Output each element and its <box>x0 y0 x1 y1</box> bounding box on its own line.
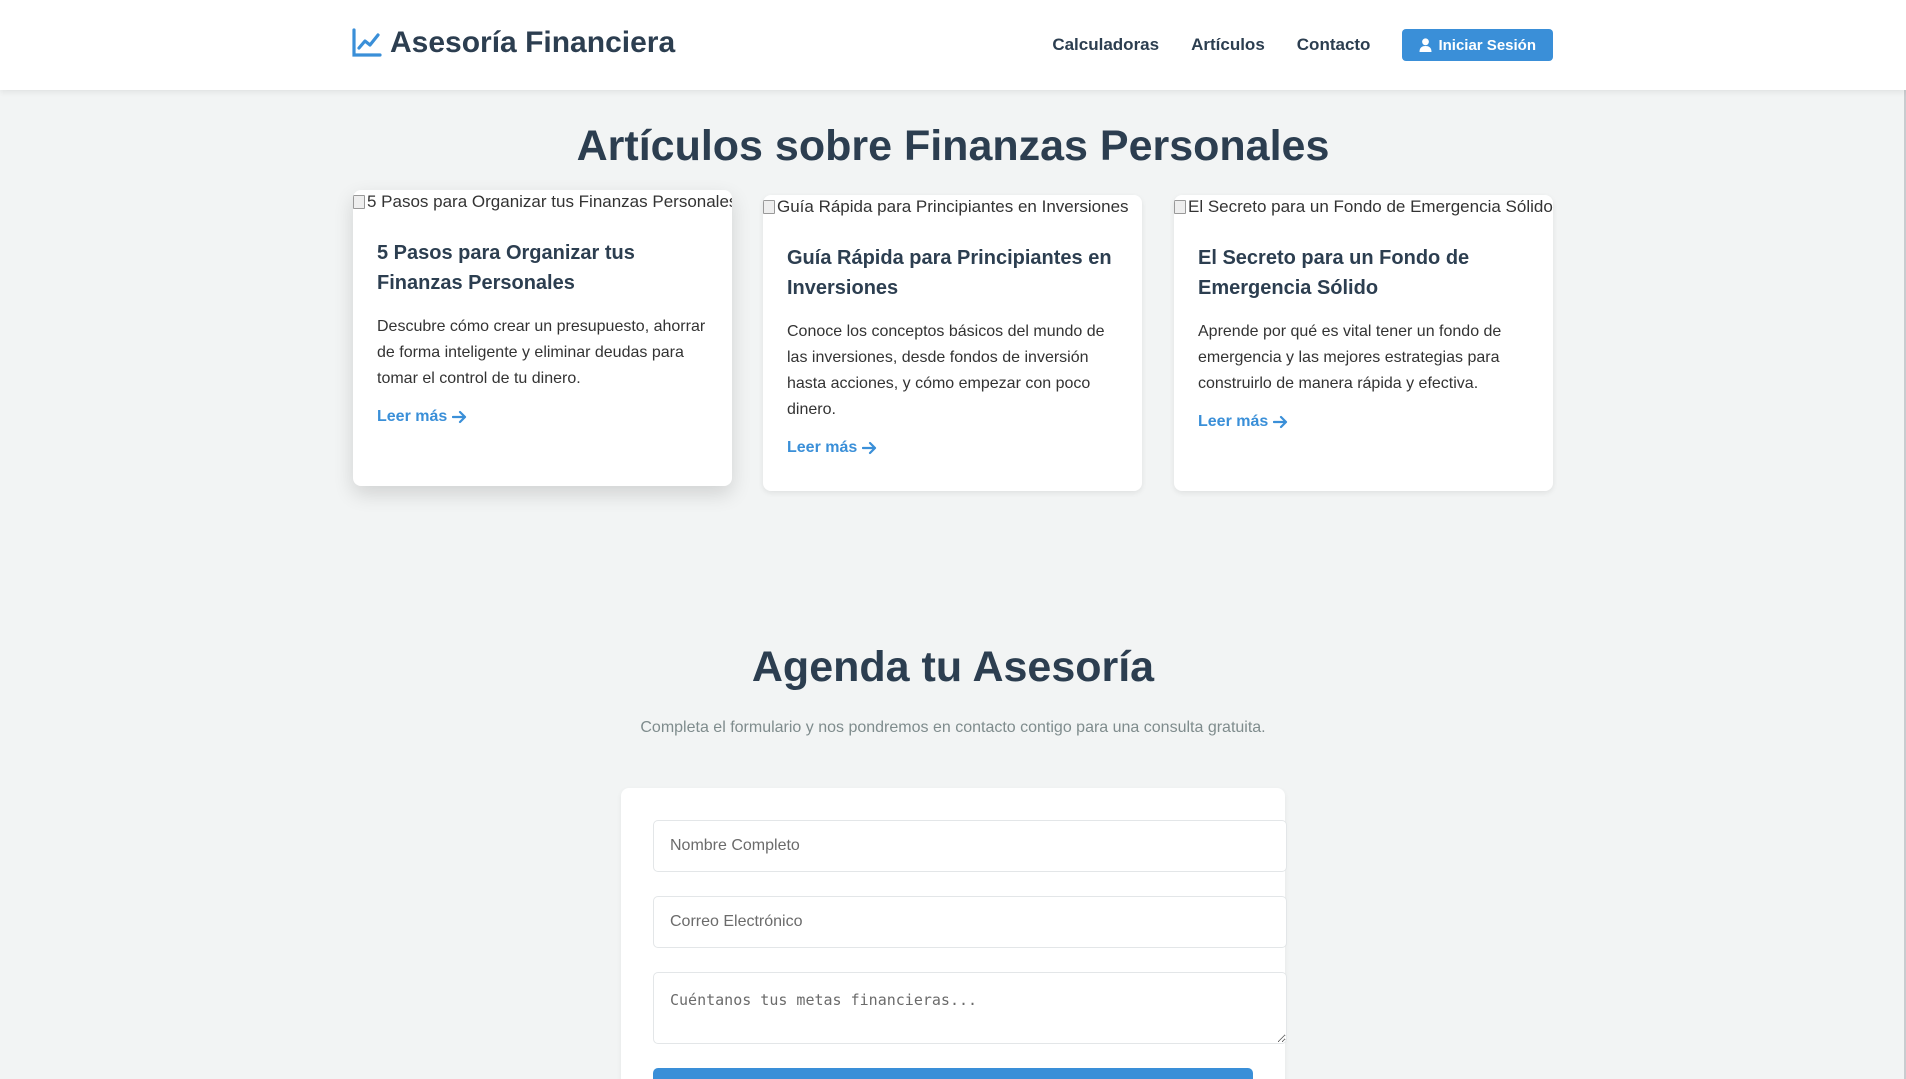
read-more-link[interactable]: Leer más <box>377 408 467 426</box>
brand-name: Asesoría Financiera <box>390 26 676 59</box>
broken-image-icon <box>1174 200 1186 214</box>
article-body: Guía Rápida para Principiantes en Invers… <box>763 219 1142 457</box>
article-image: Guía Rápida para Principiantes en Invers… <box>763 195 1142 219</box>
articles-title: Artículos sobre Finanzas Personales <box>576 122 1330 170</box>
login-label: Iniciar Sesión <box>1438 36 1536 54</box>
submit-button[interactable] <box>653 1068 1253 1079</box>
broken-image-icon <box>763 200 775 214</box>
article-image-alt: Guía Rápida para Principiantes en Invers… <box>777 197 1129 216</box>
article-excerpt: Aprende por qué es vital tener un fondo … <box>1198 323 1502 392</box>
article-image-alt: 5 Pasos para Organizar tus Finanzas Pers… <box>367 192 732 211</box>
nav-link-calculadoras[interactable]: Calculadoras <box>1052 35 1159 55</box>
arrow-right-icon <box>862 441 877 455</box>
nav-link-contacto[interactable]: Contacto <box>1297 35 1371 55</box>
full-name-input[interactable] <box>653 820 1287 872</box>
main-nav: Calculadoras Artículos Contacto Iniciar … <box>1052 29 1553 61</box>
article-title: Guía Rápida para Principiantes en Invers… <box>787 247 1112 299</box>
article-excerpt: Conoce los conceptos básicos del mundo d… <box>787 323 1105 418</box>
article-body: El Secreto para un Fondo de Emergencia S… <box>1174 219 1553 431</box>
booking-title: Agenda tu Asesoría <box>751 643 1155 691</box>
read-more-label: Leer más <box>1198 413 1269 430</box>
user-icon <box>1419 38 1432 52</box>
site-header: Asesoría Financiera Calculadoras Artícul… <box>0 0 1906 90</box>
article-card[interactable]: El Secreto para un Fondo de Emergencia S… <box>1174 195 1553 491</box>
arrow-right-icon <box>452 410 467 424</box>
broken-image-icon <box>353 195 365 209</box>
article-body: 5 Pasos para Organizar tus Finanzas Pers… <box>353 214 732 426</box>
login-button[interactable]: Iniciar Sesión <box>1402 29 1553 61</box>
article-excerpt: Descubre cómo crear un presupuesto, ahor… <box>377 318 706 387</box>
nav-link-articulos[interactable]: Artículos <box>1191 35 1265 55</box>
arrow-right-icon <box>1273 415 1288 429</box>
article-card[interactable]: 5 Pasos para Organizar tus Finanzas Pers… <box>353 190 732 486</box>
booking-form <box>621 788 1287 1079</box>
article-image: El Secreto para un Fondo de Emergencia S… <box>1174 195 1553 219</box>
brand-logo[interactable]: Asesoría Financiera <box>352 26 675 60</box>
read-more-link[interactable]: Leer más <box>1198 413 1288 431</box>
chart-line-icon <box>352 28 382 57</box>
article-card[interactable]: Guía Rápida para Principiantes en Invers… <box>763 195 1142 491</box>
article-image: 5 Pasos para Organizar tus Finanzas Pers… <box>353 190 732 214</box>
article-image-alt: El Secreto para un Fondo de Emergencia S… <box>1188 197 1553 216</box>
booking-subtitle: Completa el formulario y nos pondremos e… <box>640 719 1266 736</box>
message-textarea[interactable] <box>653 972 1287 1044</box>
read-more-label: Leer más <box>377 408 448 425</box>
read-more-label: Leer más <box>787 439 858 456</box>
article-title: 5 Pasos para Organizar tus Finanzas Pers… <box>377 242 635 294</box>
read-more-link[interactable]: Leer más <box>787 439 877 457</box>
email-input[interactable] <box>653 896 1287 948</box>
article-title: El Secreto para un Fondo de Emergencia S… <box>1198 247 1470 299</box>
